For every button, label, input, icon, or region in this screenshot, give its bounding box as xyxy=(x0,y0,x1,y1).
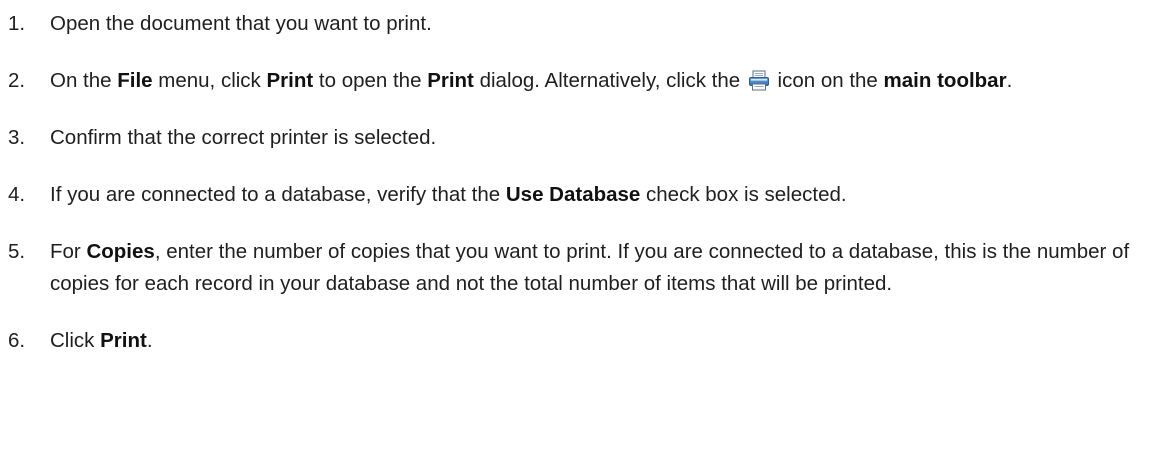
step-text-segment: Open the document that you want to print… xyxy=(50,12,432,35)
step-text: Open the document that you want to print… xyxy=(50,8,1158,40)
step-number: 5. xyxy=(8,240,26,263)
step-text-segment: . xyxy=(146,329,153,352)
copies-term: Copies xyxy=(86,240,155,263)
step-text-segment: , enter the number of copies that you wa… xyxy=(50,240,1130,295)
step-2: 2. On the File menu, click Print to open… xyxy=(8,65,1158,97)
step-text-segment: to open the xyxy=(313,69,428,92)
step-1: 1. Open the document that you want to pr… xyxy=(8,8,1158,40)
print-command-term: Print xyxy=(266,69,314,92)
file-menu-term: File xyxy=(117,69,153,92)
step-text-segment: For xyxy=(50,240,87,263)
step-number: 3. xyxy=(8,126,26,149)
print-command-term: Print xyxy=(100,329,147,352)
step-text-segment: If you are connected to a database, veri… xyxy=(50,183,506,206)
print-steps-list: 1. Open the document that you want to pr… xyxy=(8,8,1158,357)
step-text-segment: dialog. Alternatively, click the xyxy=(473,69,746,92)
step-number: 1. xyxy=(8,12,26,35)
step-number: 6. xyxy=(8,329,26,352)
step-number: 2. xyxy=(8,69,26,92)
printer-icon xyxy=(748,69,770,91)
step-3: 3. Confirm that the correct printer is s… xyxy=(8,122,1158,154)
step-5: 5. For Copies, enter the number of copie… xyxy=(8,236,1158,300)
step-text: On the File menu, click Print to open th… xyxy=(50,65,1158,97)
step-text: If you are connected to a database, veri… xyxy=(50,179,1158,211)
step-text-segment: On the xyxy=(50,69,118,92)
print-dialog-term: Print xyxy=(427,69,474,92)
step-text-segment: icon on the xyxy=(771,69,884,92)
step-text-segment: check box is selected. xyxy=(640,183,847,206)
step-text: Confirm that the correct printer is sele… xyxy=(50,122,1158,154)
step-4: 4. If you are connected to a database, v… xyxy=(8,179,1158,211)
step-6: 6. Click Print. xyxy=(8,325,1158,357)
step-text-segment: Click xyxy=(50,329,101,352)
step-text: Click Print. xyxy=(50,325,1158,357)
main-toolbar-term: main toolbar xyxy=(883,69,1007,92)
step-number: 4. xyxy=(8,183,26,206)
step-text-segment: menu, click xyxy=(152,69,267,92)
use-database-term: Use Database xyxy=(505,183,641,206)
step-text-segment: . xyxy=(1006,69,1013,92)
step-text: For Copies, enter the number of copies t… xyxy=(50,236,1158,300)
step-text-segment: Confirm that the correct printer is sele… xyxy=(50,126,437,149)
